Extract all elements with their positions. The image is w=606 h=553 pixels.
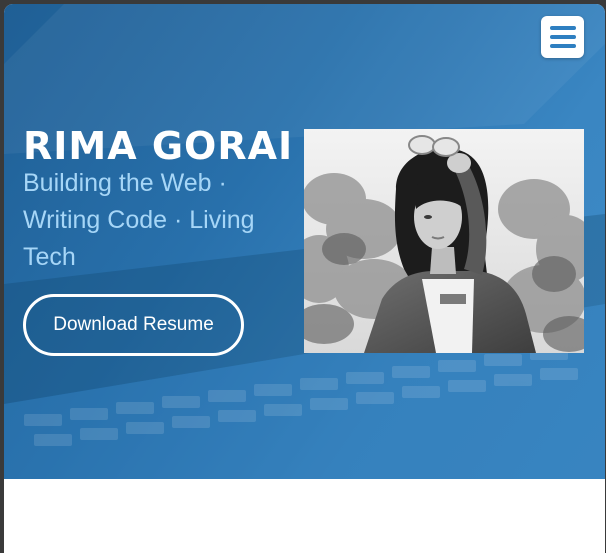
hamburger-line — [549, 26, 576, 30]
menu-button[interactable] — [541, 16, 584, 58]
profile-photo — [304, 129, 584, 353]
content-area — [4, 479, 605, 553]
hamburger-menu-icon — [549, 26, 576, 48]
hero-section: RIMA GORAI Building the Web · Writing Co… — [4, 4, 605, 479]
hero-name: RIMA GORAI — [23, 124, 294, 168]
hamburger-line — [549, 44, 576, 48]
page-frame: RIMA GORAI Building the Web · Writing Co… — [4, 4, 605, 553]
download-resume-button[interactable]: Download Resume — [23, 294, 244, 356]
hamburger-line — [549, 35, 576, 39]
hero-tagline: Building the Web · Writing Code · Living… — [23, 169, 255, 271]
